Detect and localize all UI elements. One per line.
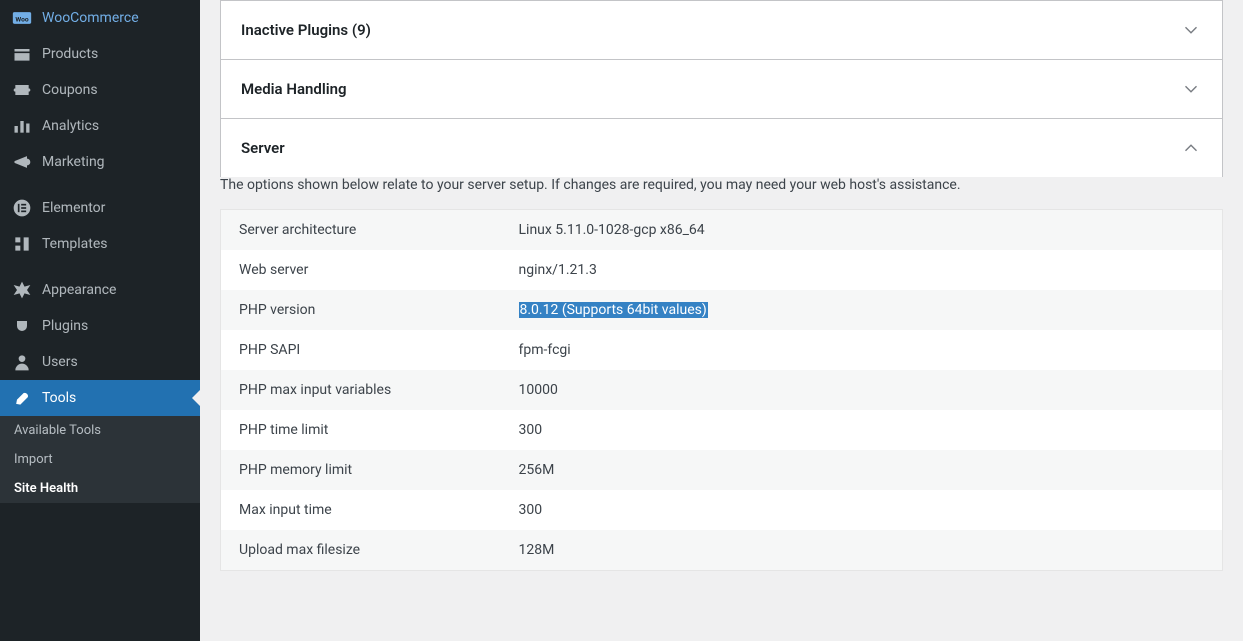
templates-icon xyxy=(12,234,32,254)
sidebar-item-label: Tools xyxy=(42,390,188,406)
table-cell-label: PHP SAPI xyxy=(221,330,501,370)
table-cell-value: 10000 xyxy=(501,370,1223,410)
sidebar-item-products[interactable]: Products xyxy=(0,36,200,72)
users-icon xyxy=(12,352,32,372)
sidebar-item-elementor[interactable]: Elementor xyxy=(0,190,200,226)
sidebar-item-label: Elementor xyxy=(42,200,188,216)
table-cell-label: Upload max filesize xyxy=(221,530,501,571)
sidebar-item-label: Marketing xyxy=(42,154,188,170)
products-icon xyxy=(12,44,32,64)
elementor-icon xyxy=(12,198,32,218)
chevron-down-icon xyxy=(1180,19,1202,41)
table-cell-label: PHP time limit xyxy=(221,410,501,450)
woocommerce-icon: Woo xyxy=(12,8,32,28)
sidebar-item-woocommerce[interactable]: Woo WooCommerce xyxy=(0,0,200,36)
submenu-import[interactable]: Import xyxy=(0,445,200,474)
table-cell-value: Linux 5.11.0-1028-gcp x86_64 xyxy=(501,210,1223,251)
sidebar-item-label: Plugins xyxy=(42,318,188,334)
table-cell-value: 300 xyxy=(501,490,1223,530)
accordion-title: Server xyxy=(241,139,285,157)
table-cell-label: PHP max input variables xyxy=(221,370,501,410)
accordion-header-inactive-plugins[interactable]: Inactive Plugins (9) xyxy=(221,1,1222,59)
table-row: PHP time limit300 xyxy=(221,410,1223,450)
sidebar-item-templates[interactable]: Templates xyxy=(0,226,200,262)
table-cell-label: Max input time xyxy=(221,490,501,530)
highlighted-value: 8.0.12 (Supports 64bit values) xyxy=(519,302,708,318)
accordion-media-handling: Media Handling xyxy=(220,59,1223,119)
table-cell-value: nginx/1.21.3 xyxy=(501,250,1223,290)
admin-sidebar: Woo WooCommerce Products Coupons Analyti… xyxy=(0,0,200,641)
sidebar-item-label: Appearance xyxy=(42,282,188,298)
sidebar-item-coupons[interactable]: Coupons xyxy=(0,72,200,108)
submenu-site-health[interactable]: Site Health xyxy=(0,474,200,503)
table-cell-label: PHP memory limit xyxy=(221,450,501,490)
table-cell-label: PHP version xyxy=(221,290,501,330)
table-cell-value: 256M xyxy=(501,450,1223,490)
table-row: Server architectureLinux 5.11.0-1028-gcp… xyxy=(221,210,1223,251)
plugins-icon xyxy=(12,316,32,336)
table-row: PHP max input variables10000 xyxy=(221,370,1223,410)
table-cell-label: Server architecture xyxy=(221,210,501,251)
tools-submenu: Available Tools Import Site Health xyxy=(0,416,200,503)
sidebar-item-label: Users xyxy=(42,354,188,370)
table-row: PHP memory limit256M xyxy=(221,450,1223,490)
sidebar-item-tools[interactable]: Tools xyxy=(0,380,200,416)
chevron-down-icon xyxy=(1180,78,1202,100)
submenu-available-tools[interactable]: Available Tools xyxy=(0,416,200,445)
sidebar-item-label: Products xyxy=(42,46,188,62)
table-cell-value: fpm-fcgi xyxy=(501,330,1223,370)
main-content: Inactive Plugins (9) Media Handling Serv… xyxy=(200,0,1243,641)
sidebar-item-plugins[interactable]: Plugins xyxy=(0,308,200,344)
server-info-table: Server architectureLinux 5.11.0-1028-gcp… xyxy=(220,209,1223,571)
table-row: PHP SAPIfpm-fcgi xyxy=(221,330,1223,370)
sidebar-item-label: WooCommerce xyxy=(42,10,188,26)
table-row: Max input time300 xyxy=(221,490,1223,530)
table-row: Upload max filesize128M xyxy=(221,530,1223,571)
tools-icon xyxy=(12,388,32,408)
sidebar-item-users[interactable]: Users xyxy=(0,344,200,380)
chevron-up-icon xyxy=(1180,137,1202,159)
marketing-icon xyxy=(12,152,32,172)
sidebar-item-appearance[interactable]: Appearance xyxy=(0,272,200,308)
table-cell-label: Web server xyxy=(221,250,501,290)
accordion-server: Server xyxy=(220,118,1223,177)
accordion-header-server[interactable]: Server xyxy=(221,119,1222,177)
menu-separator xyxy=(0,180,200,190)
svg-text:Woo: Woo xyxy=(15,15,28,23)
appearance-icon xyxy=(12,280,32,300)
table-cell-value: 8.0.12 (Supports 64bit values) xyxy=(501,290,1223,330)
table-cell-value: 300 xyxy=(501,410,1223,450)
analytics-icon xyxy=(12,116,32,136)
sidebar-item-analytics[interactable]: Analytics xyxy=(0,108,200,144)
accordion-title: Inactive Plugins (9) xyxy=(241,21,371,39)
table-row: PHP version 8.0.12 (Supports 64bit values… xyxy=(221,290,1223,330)
accordion-header-media-handling[interactable]: Media Handling xyxy=(221,60,1222,118)
sidebar-item-label: Coupons xyxy=(42,82,188,98)
coupons-icon xyxy=(12,80,32,100)
sidebar-item-marketing[interactable]: Marketing xyxy=(0,144,200,180)
accordion-title: Media Handling xyxy=(241,80,347,98)
server-description: The options shown below relate to your s… xyxy=(220,177,1223,209)
table-row: Web servernginx/1.21.3 xyxy=(221,250,1223,290)
table-cell-value: 128M xyxy=(501,530,1223,571)
sidebar-item-label: Analytics xyxy=(42,118,188,134)
menu-separator xyxy=(0,262,200,272)
accordion-inactive-plugins: Inactive Plugins (9) xyxy=(220,0,1223,60)
sidebar-item-label: Templates xyxy=(42,236,188,252)
